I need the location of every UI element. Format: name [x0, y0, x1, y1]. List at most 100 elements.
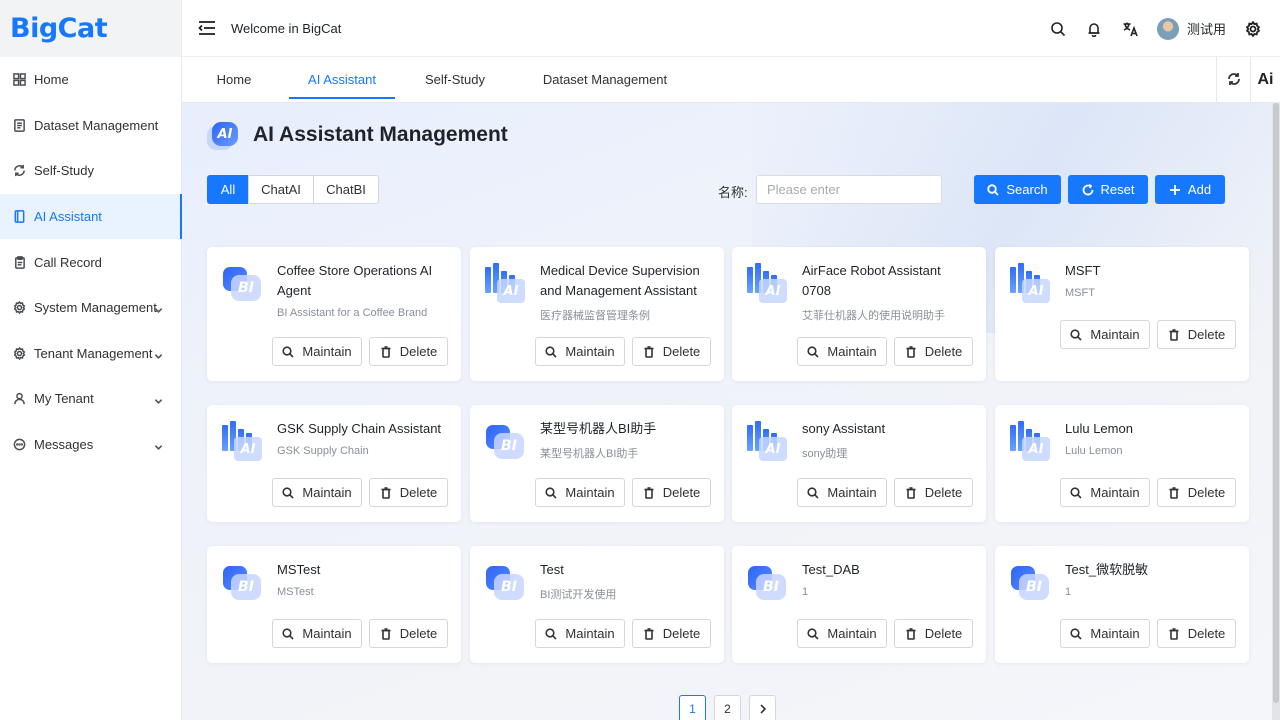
add-button[interactable]: Add	[1155, 175, 1225, 204]
sidebar-item-home[interactable]: Home	[0, 57, 181, 103]
delete-button[interactable]: Delete	[894, 337, 973, 366]
delete-label: Delete	[1187, 485, 1226, 500]
gear-icon[interactable]	[1244, 20, 1262, 38]
avatar[interactable]	[1156, 17, 1179, 40]
assistant-card[interactable]: BI Test_微软脱敏 1 Maintain Delete	[995, 546, 1249, 663]
assistant-card[interactable]: AI Medical Device Supervision and Managem…	[470, 247, 724, 381]
main-scrollbar[interactable]	[1272, 103, 1280, 720]
maintain-button[interactable]: Maintain	[535, 337, 625, 366]
refresh-icon	[12, 164, 26, 178]
header-actions: 测试用	[1035, 0, 1262, 57]
filter-chatbi-button[interactable]: ChatBI	[313, 175, 379, 204]
menu-collapse-icon[interactable]	[198, 20, 216, 36]
maintain-button[interactable]: Maintain	[1060, 619, 1150, 648]
card-description: GSK Supply Chain	[277, 445, 369, 457]
ai-chat-button[interactable]: Ai	[1250, 57, 1280, 103]
logo[interactable]: BigCat	[0, 0, 181, 57]
maintain-button[interactable]: Maintain	[535, 619, 625, 648]
search-button[interactable]: Search	[974, 175, 1061, 204]
maintain-button[interactable]: Maintain	[797, 337, 887, 366]
assistant-card[interactable]: BI Coffee Store Operations AI Agent BI Ass…	[207, 247, 461, 381]
assistant-card[interactable]: BI MSTest MSTest Maintain Delete	[207, 546, 461, 663]
add-button-label: Add	[1187, 182, 1212, 197]
card-description: MSTest	[277, 586, 314, 598]
maintain-button[interactable]: Maintain	[797, 619, 887, 648]
tab-self-study[interactable]: Self-Study	[420, 57, 490, 103]
maintain-button[interactable]: Maintain	[272, 478, 362, 507]
delete-button[interactable]: Delete	[894, 478, 973, 507]
scrollbar-thumb[interactable]	[1273, 103, 1279, 703]
sidebar-item-label: Home	[34, 72, 69, 88]
card-description: 1	[1065, 586, 1072, 598]
sidebar-item-self-study[interactable]: Self-Study	[0, 148, 181, 194]
chevron-down-icon	[154, 394, 163, 405]
assistant-card[interactable]: AI Lulu Lemon Lulu Lemon Maintain Delete	[995, 405, 1249, 522]
username[interactable]: 测试用	[1187, 19, 1226, 38]
ai-label: Ai	[1257, 71, 1274, 88]
tab-ai-assistant[interactable]: AI Assistant	[289, 57, 395, 103]
delete-button[interactable]: Delete	[632, 337, 711, 366]
sidebar-item-messages[interactable]: Messages	[0, 422, 181, 468]
delete-button[interactable]: Delete	[369, 478, 448, 507]
reset-button[interactable]: Reset	[1068, 175, 1148, 204]
maintain-button[interactable]: Maintain	[272, 337, 362, 366]
chatbi-icon: BI	[485, 423, 525, 461]
delete-button[interactable]: Delete	[1157, 478, 1236, 507]
chatai-icon: AI	[222, 421, 262, 461]
maintain-label: Maintain	[565, 344, 615, 359]
maintain-button[interactable]: Maintain	[272, 619, 362, 648]
refresh-tab-button[interactable]	[1216, 57, 1250, 103]
tab-dataset-management[interactable]: Dataset Management	[540, 57, 670, 103]
search-icon[interactable]	[1049, 20, 1067, 38]
maintain-button[interactable]: Maintain	[1060, 478, 1150, 507]
sidebar-item-my-tenant[interactable]: My Tenant	[0, 376, 181, 422]
delete-label: Delete	[399, 344, 438, 359]
sidebar-item-label: Self-Study	[34, 163, 94, 179]
sidebar: BigCat Home Dataset Management Self-Stud…	[0, 0, 182, 720]
delete-button[interactable]: Delete	[632, 619, 711, 648]
assistant-card[interactable]: BI Test_DAB 1 Maintain Delete	[732, 546, 986, 663]
filter-all-button[interactable]: All	[207, 175, 249, 204]
tab-home[interactable]: Home	[211, 57, 257, 103]
maintain-button[interactable]: Maintain	[797, 478, 887, 507]
delete-button[interactable]: Delete	[632, 478, 711, 507]
maintain-label: Maintain	[827, 626, 877, 641]
delete-button[interactable]: Delete	[369, 619, 448, 648]
translate-icon[interactable]	[1121, 20, 1139, 38]
assistant-card[interactable]: BI Test BI测试开发使用 Maintain Delete	[470, 546, 724, 663]
delete-button[interactable]: Delete	[1157, 320, 1236, 349]
delete-button[interactable]: Delete	[369, 337, 448, 366]
page-2-button[interactable]: 2	[714, 695, 741, 720]
name-search-input[interactable]	[756, 175, 942, 204]
chevron-down-icon	[154, 440, 163, 451]
chatai-icon: AI	[1010, 263, 1050, 303]
sidebar-item-call-record[interactable]: Call Record	[0, 239, 181, 285]
sidebar-item-tenant-management[interactable]: Tenant Management	[0, 331, 181, 377]
maintain-button[interactable]: Maintain	[535, 478, 625, 507]
assistant-card[interactable]: AI AirFace Robot Assistant 0708 艾菲仕机器人的使用说…	[732, 247, 986, 381]
card-title: MSTest	[277, 562, 321, 577]
sidebar-item-ai-assistant[interactable]: AI Assistant	[0, 193, 182, 240]
chatbi-icon: BI	[747, 564, 787, 602]
assistant-card[interactable]: AI MSFT MSFT Maintain Delete	[995, 247, 1249, 381]
sidebar-item-label: Call Record	[34, 254, 102, 270]
search-icon	[987, 183, 1000, 196]
page-1-button[interactable]: 1	[679, 695, 706, 720]
delete-button[interactable]: Delete	[1157, 619, 1236, 648]
search-icon	[282, 627, 302, 640]
card-description: MSFT	[1065, 287, 1095, 299]
filter-chatai-button[interactable]: ChatAI	[248, 175, 314, 204]
assistant-card[interactable]: AI sony Assistant sony助理 Maintain Delete	[732, 405, 986, 522]
maintain-button[interactable]: Maintain	[1060, 320, 1150, 349]
maintain-label: Maintain	[1090, 626, 1140, 641]
trash-icon	[1168, 486, 1188, 499]
maintain-label: Maintain	[302, 626, 352, 641]
sidebar-item-dataset-management[interactable]: Dataset Management	[0, 103, 181, 149]
assistant-card[interactable]: AI GSK Supply Chain Assistant GSK Supply C…	[207, 405, 461, 522]
sidebar-item-system-management[interactable]: System Management	[0, 285, 181, 331]
assistant-card[interactable]: BI 某型号机器人BI助手 某型号机器人BI助手 Maintain Delete	[470, 405, 724, 522]
delete-button[interactable]: Delete	[894, 619, 973, 648]
next-page-button[interactable]	[749, 695, 776, 720]
bell-icon[interactable]	[1085, 20, 1103, 38]
card-title: Lulu Lemon	[1065, 421, 1133, 436]
